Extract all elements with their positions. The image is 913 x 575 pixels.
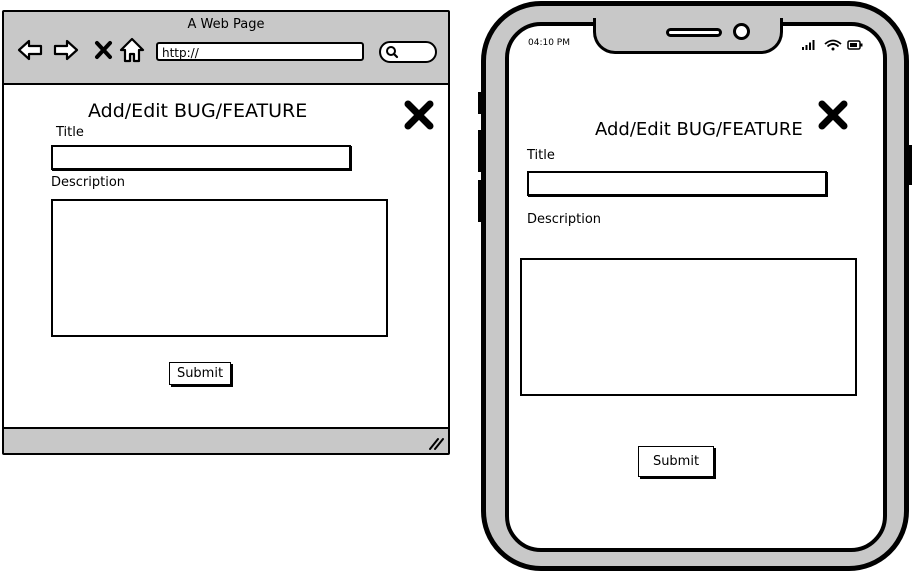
form-title: Add/Edit BUG/FEATURE — [88, 100, 308, 122]
phone-close-icon[interactable] — [816, 98, 850, 132]
submit-button[interactable]: Submit — [169, 362, 231, 385]
phone-power-button — [906, 145, 912, 185]
phone-volume-down — [478, 180, 484, 222]
status-time: 04:10 PM — [528, 38, 570, 48]
search-icon — [386, 46, 399, 59]
signal-icon — [802, 40, 815, 50]
speaker-icon — [666, 28, 722, 37]
stop-icon[interactable] — [90, 36, 118, 64]
close-icon[interactable] — [402, 98, 436, 132]
home-icon[interactable] — [118, 36, 146, 64]
phone-form-title: Add/Edit BUG/FEATURE — [595, 119, 803, 140]
resize-grip-icon[interactable] — [428, 436, 444, 450]
phone-description-textarea[interactable] — [520, 258, 857, 396]
search-field[interactable] — [379, 41, 437, 63]
forward-arrow-icon[interactable] — [52, 36, 80, 64]
title-label: Title — [56, 125, 84, 140]
description-label: Description — [51, 175, 126, 190]
status-icons — [802, 39, 863, 51]
back-arrow-icon[interactable] — [16, 36, 44, 64]
phone-title-label: Title — [527, 148, 555, 163]
battery-icon — [847, 40, 863, 50]
description-textarea[interactable] — [51, 199, 388, 337]
phone-volume-up — [478, 130, 484, 172]
url-input[interactable]: http:// — [156, 42, 364, 61]
browser-window-title: A Web Page — [187, 17, 265, 32]
browser-statusbar — [4, 427, 448, 453]
camera-icon — [733, 23, 750, 40]
phone-side-button — [478, 92, 484, 114]
title-input[interactable] — [51, 145, 351, 170]
phone-title-input[interactable] — [527, 171, 827, 196]
browser-toolbar: A Web Page http:// — [4, 12, 448, 85]
wifi-icon — [824, 39, 842, 51]
phone-submit-button[interactable]: Submit — [638, 446, 714, 477]
browser-window: A Web Page http:// Add/Edit BUG/FEATURE … — [2, 10, 450, 455]
phone-description-label: Description — [527, 212, 602, 227]
